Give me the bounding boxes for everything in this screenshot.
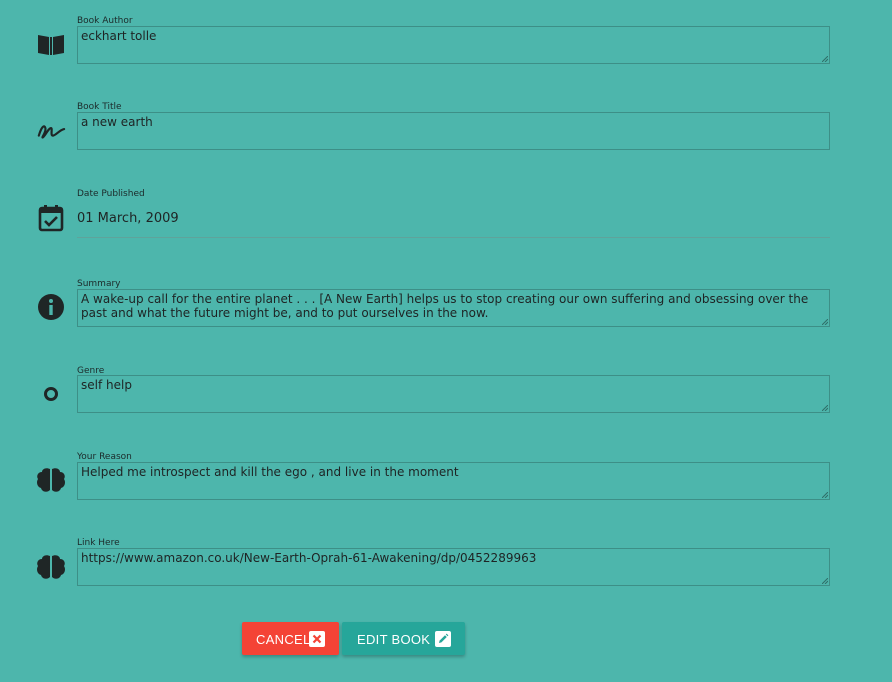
your-reason-field[interactable]: Helped me introspect and kill the ego , … — [77, 462, 830, 500]
your-reason-value: Helped me introspect and kill the ego , … — [81, 465, 459, 479]
book-title-field[interactable]: a new earth — [77, 112, 830, 150]
brain-icon — [36, 465, 66, 495]
resize-grip-icon[interactable] — [822, 492, 828, 498]
book-title-value: a new earth — [81, 115, 153, 129]
date-published-underline — [77, 237, 830, 238]
date-published-field[interactable]: 01 March, 2009 — [77, 211, 179, 226]
info-icon — [36, 292, 66, 322]
calendar-check-icon — [36, 203, 66, 233]
cancel-button[interactable]: CANCEL — [242, 622, 339, 655]
edit-book-button-label: EDIT BOOK — [357, 632, 431, 647]
signature-icon — [36, 115, 66, 145]
genre-value: self help — [81, 378, 132, 392]
genre-field[interactable]: self help — [77, 375, 830, 413]
resize-grip-icon[interactable] — [822, 56, 828, 62]
summary-value: A wake-up call for the entire planet . .… — [81, 292, 813, 320]
brain-icon — [36, 552, 66, 582]
book-icon — [36, 29, 66, 59]
date-published-label: Date Published — [77, 189, 145, 199]
link-here-field[interactable]: https://www.amazon.co.uk/New-Earth-Oprah… — [77, 548, 830, 586]
cancel-button-label: CANCEL — [256, 632, 311, 647]
book-author-field[interactable]: eckhart tolle — [77, 26, 830, 64]
link-here-value: https://www.amazon.co.uk/New-Earth-Oprah… — [81, 551, 537, 565]
resize-grip-icon[interactable] — [822, 578, 828, 584]
circle-icon — [36, 379, 66, 409]
edit-book-button[interactable]: EDIT BOOK — [342, 622, 465, 655]
close-box-icon — [309, 631, 325, 650]
pencil-box-icon — [435, 631, 451, 650]
summary-field[interactable]: A wake-up call for the entire planet . .… — [77, 289, 830, 327]
resize-grip-icon[interactable] — [822, 405, 828, 411]
book-author-value: eckhart tolle — [81, 29, 157, 43]
resize-grip-icon[interactable] — [822, 319, 828, 325]
